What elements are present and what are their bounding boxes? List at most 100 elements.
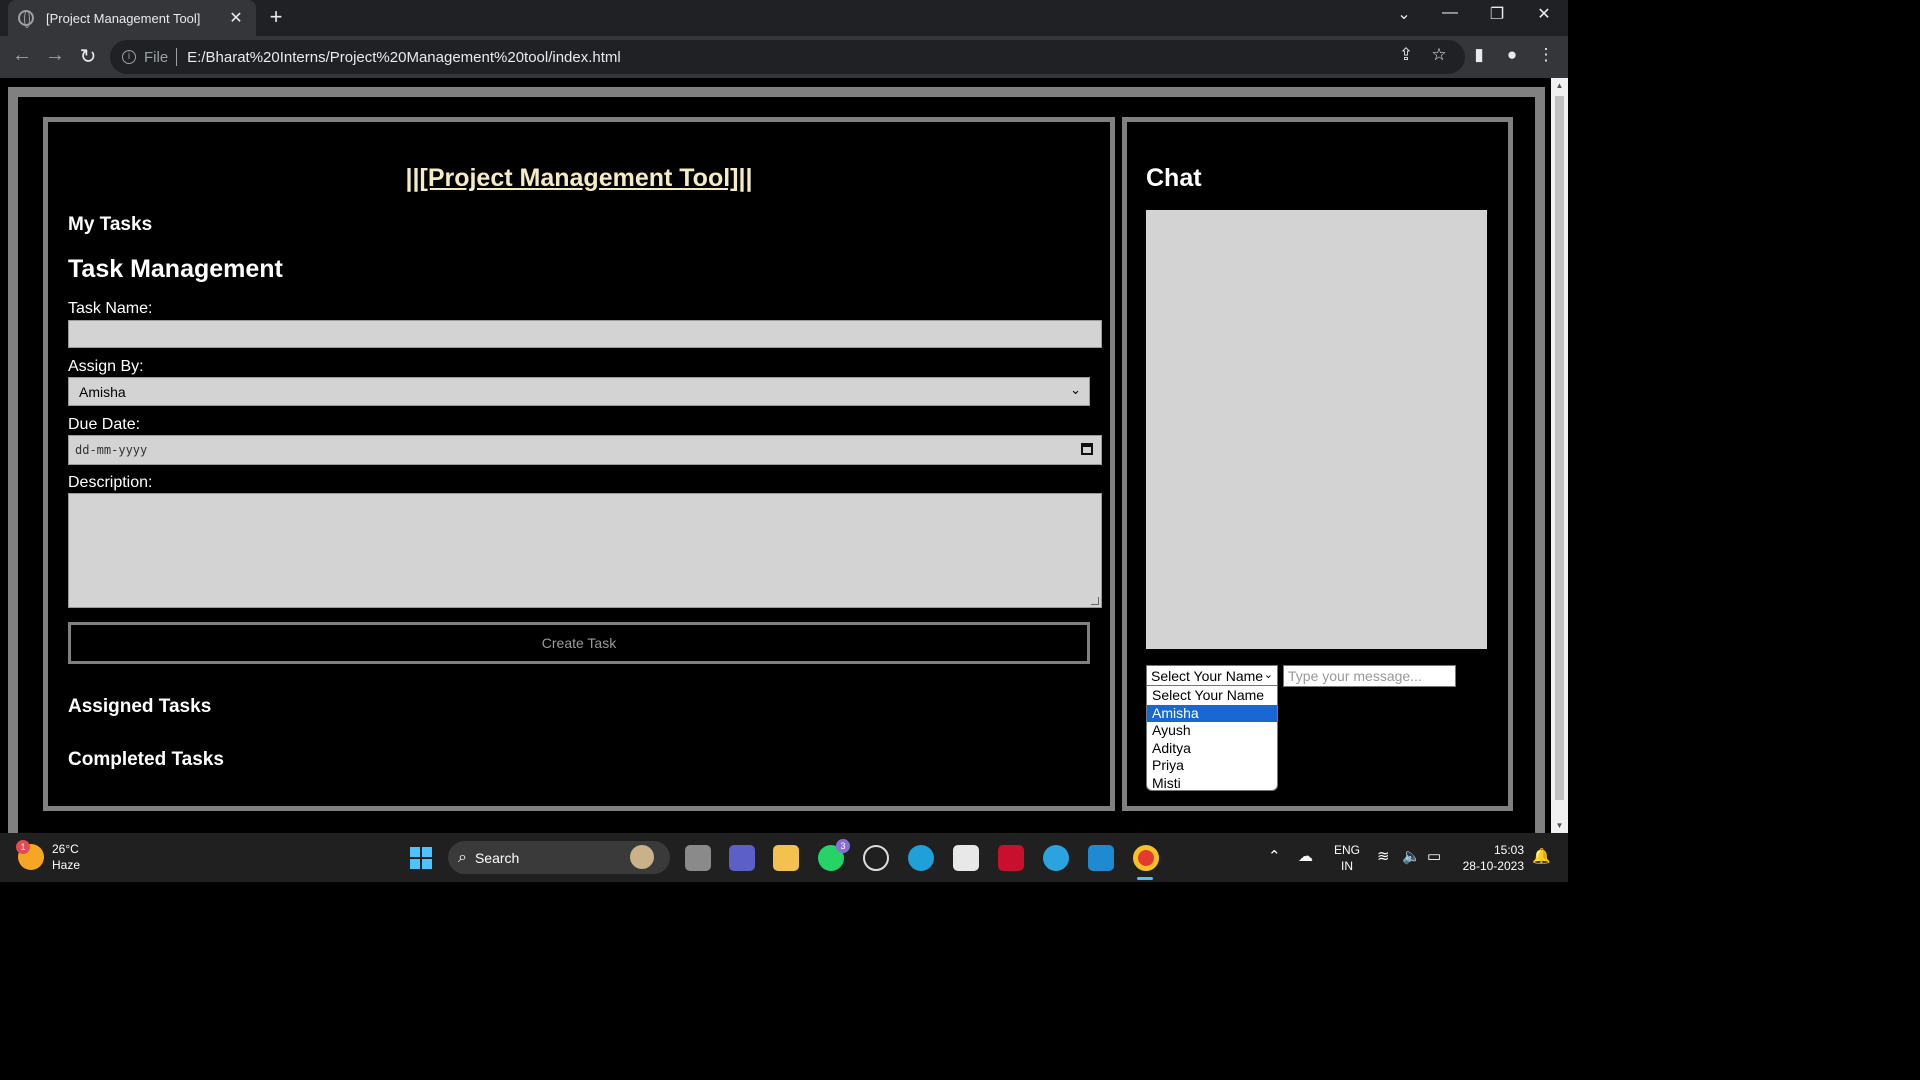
menu-icon[interactable]: ⋮ bbox=[1534, 45, 1558, 65]
show-hidden-icons-icon[interactable]: ⌃ bbox=[1268, 847, 1281, 865]
taskbar-search[interactable]: ⌕ Search bbox=[448, 841, 670, 874]
bookmark-star-icon[interactable]: ☆ bbox=[1427, 45, 1451, 65]
app-container: ||[Project Management Tool]|| My Tasks T… bbox=[8, 87, 1545, 833]
weather-widget[interactable]: 1 26°C Haze bbox=[16, 840, 81, 873]
search-label: Search bbox=[474, 849, 520, 866]
browser-tab[interactable]: [Project Management Tool] ✕ bbox=[8, 0, 256, 36]
weather-icon: 1 bbox=[16, 840, 44, 870]
restore-button[interactable]: ❐ bbox=[1482, 4, 1512, 24]
name-select-value: Select Your Name bbox=[1151, 667, 1264, 684]
temperature: 26°C bbox=[52, 842, 79, 856]
page-viewport: ||[Project Management Tool]|| My Tasks T… bbox=[0, 78, 1568, 833]
resize-grip-icon[interactable] bbox=[1091, 597, 1099, 605]
description-textarea[interactable] bbox=[68, 493, 1102, 608]
task-management-heading: Task Management bbox=[68, 255, 283, 283]
close-window-button[interactable]: ✕ bbox=[1529, 4, 1559, 24]
app-title: ||[Project Management Tool]|| bbox=[405, 164, 753, 192]
search-icon: ⌕ bbox=[458, 848, 467, 866]
whatsapp-badge: 3 bbox=[836, 839, 850, 853]
whatsapp-icon[interactable]: 3 bbox=[818, 839, 850, 871]
wifi-icon[interactable]: ≋ bbox=[1377, 847, 1390, 865]
assign-by-value: Amisha bbox=[79, 383, 126, 400]
name-dropdown-list: Select Your Name Amisha Ayush Aditya Pri… bbox=[1146, 685, 1278, 791]
task-panel: ||[Project Management Tool]|| My Tasks T… bbox=[43, 117, 1115, 811]
completed-tasks-heading: Completed Tasks bbox=[68, 749, 224, 770]
battery-icon[interactable]: ▭ bbox=[1427, 847, 1441, 865]
language-indicator[interactable]: ENG IN bbox=[1334, 842, 1360, 874]
name-option[interactable]: Misti bbox=[1147, 775, 1277, 793]
task-name-input[interactable] bbox=[68, 320, 1102, 348]
name-option[interactable]: Aditya bbox=[1147, 740, 1277, 758]
close-tab-icon[interactable]: ✕ bbox=[226, 8, 246, 28]
active-app-indicator bbox=[1137, 877, 1153, 880]
new-tab-button[interactable]: + bbox=[264, 4, 288, 30]
chat-panel: Chat Select Your Name ⌄ Type your messag… bbox=[1122, 117, 1513, 811]
notification-bell-icon[interactable]: 🔔 bbox=[1532, 847, 1551, 865]
due-date-placeholder: dd-mm-yyyy bbox=[75, 443, 148, 457]
name-select[interactable]: Select Your Name ⌄ bbox=[1146, 665, 1278, 686]
chevron-down-icon: ⌄ bbox=[1070, 382, 1081, 397]
globe-icon bbox=[18, 10, 34, 28]
browser-toolbar: ← → ↻ i File E:/Bharat%20Interns/Project… bbox=[0, 36, 1568, 78]
scrollbar-thumb[interactable] bbox=[1555, 96, 1564, 800]
minimize-button[interactable]: — bbox=[1435, 4, 1465, 22]
chrome-icon[interactable] bbox=[1133, 845, 1159, 871]
search-highlight-icon bbox=[630, 845, 654, 869]
my-tasks-heading: My Tasks bbox=[68, 214, 153, 235]
tab-search-icon[interactable]: ⌄ bbox=[1389, 4, 1419, 24]
clock-date: 28-10-2023 bbox=[1462, 859, 1524, 873]
browser-tab-strip: [Project Management Tool] ✕ + ⌄ — ❐ ✕ bbox=[0, 0, 1568, 36]
message-input[interactable]: Type your message... bbox=[1283, 665, 1456, 687]
page-scrollbar[interactable]: ▲ ▼ bbox=[1551, 78, 1568, 833]
info-icon[interactable]: i bbox=[122, 50, 136, 64]
due-date-label: Due Date: bbox=[68, 416, 141, 433]
due-date-input[interactable]: dd-mm-yyyy bbox=[68, 435, 1102, 465]
tab-title: [Project Management Tool] bbox=[46, 10, 201, 26]
description-label: Description: bbox=[68, 474, 153, 491]
name-option[interactable]: Ayush bbox=[1147, 722, 1277, 740]
store-icon[interactable] bbox=[953, 845, 979, 871]
language-primary: ENG bbox=[1334, 843, 1361, 857]
chat-messages-area[interactable] bbox=[1146, 210, 1487, 649]
forward-icon[interactable]: → bbox=[42, 44, 68, 67]
onedrive-icon[interactable]: ☁ bbox=[1298, 847, 1313, 865]
reload-icon[interactable]: ↻ bbox=[75, 44, 101, 69]
system-clock[interactable]: 15:03 28-10-2023 bbox=[1458, 842, 1524, 874]
task-name-label: Task Name: bbox=[68, 300, 153, 317]
name-option[interactable]: Priya bbox=[1147, 757, 1277, 775]
scroll-down-icon[interactable]: ▼ bbox=[1551, 821, 1568, 830]
vscode-icon[interactable] bbox=[1088, 845, 1114, 871]
create-task-button[interactable]: Create Task bbox=[68, 622, 1090, 664]
volume-icon[interactable]: 🔈 bbox=[1402, 847, 1421, 865]
url-scheme: File bbox=[144, 48, 169, 66]
calendar-icon[interactable] bbox=[1081, 443, 1093, 455]
telegram-icon[interactable] bbox=[1043, 845, 1069, 871]
language-region: IN bbox=[1341, 859, 1353, 873]
file-explorer-icon[interactable] bbox=[773, 845, 799, 871]
name-option[interactable]: Select Your Name bbox=[1147, 687, 1277, 705]
weather-condition: Haze bbox=[52, 858, 81, 872]
share-icon[interactable]: ⇪ bbox=[1394, 45, 1418, 65]
url-text[interactable]: E:/Bharat%20Interns/Project%20Management… bbox=[187, 49, 621, 66]
task-view-icon[interactable] bbox=[685, 845, 711, 871]
scroll-up-icon[interactable]: ▲ bbox=[1551, 81, 1568, 90]
profile-icon[interactable]: ● bbox=[1500, 45, 1524, 65]
windows-start-icon[interactable] bbox=[410, 847, 432, 869]
address-bar[interactable]: i File E:/Bharat%20Interns/Project%20Man… bbox=[110, 40, 1465, 74]
assign-by-select[interactable]: Amisha ⌄ bbox=[68, 377, 1090, 406]
side-panel-icon[interactable]: ▮ bbox=[1467, 45, 1491, 65]
dell-icon[interactable] bbox=[863, 845, 889, 871]
mcafee-icon[interactable] bbox=[998, 845, 1024, 871]
chat-title: Chat bbox=[1146, 164, 1202, 192]
back-icon[interactable]: ← bbox=[9, 44, 35, 67]
windows-taskbar: 1 26°C Haze ⌕ Search 3 ⌃ ☁ ENG IN ≋ 🔈 ▭ … bbox=[0, 833, 1568, 882]
clock-time: 15:03 bbox=[1493, 843, 1524, 857]
url-separator bbox=[176, 48, 178, 66]
assign-by-label: Assign By: bbox=[68, 358, 144, 375]
chat-app-icon[interactable] bbox=[729, 845, 755, 871]
chevron-down-icon: ⌄ bbox=[1263, 669, 1273, 681]
assigned-tasks-heading: Assigned Tasks bbox=[68, 696, 212, 717]
notification-badge: 1 bbox=[16, 840, 30, 854]
name-option[interactable]: Amisha bbox=[1147, 704, 1277, 722]
edge-icon[interactable] bbox=[908, 845, 934, 871]
